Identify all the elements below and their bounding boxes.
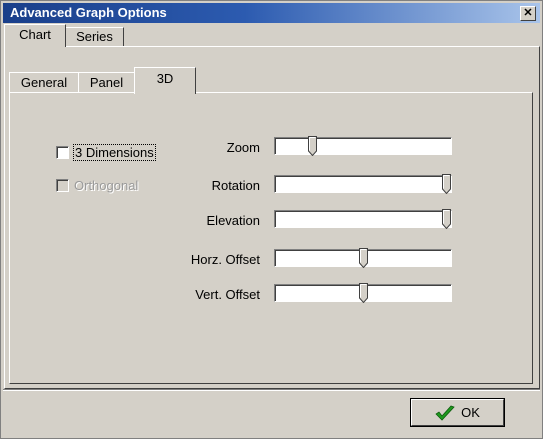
tab-3d-label: 3D <box>156 71 174 86</box>
ok-button[interactable]: OK <box>410 398 505 427</box>
tab-series[interactable]: Series <box>65 27 124 47</box>
window-title: Advanced Graph Options <box>10 5 167 20</box>
rotation-slider[interactable] <box>274 174 452 194</box>
orthogonal-label: Orthogonal <box>74 178 139 193</box>
orthogonal-checkbox[interactable] <box>56 179 69 192</box>
horz-offset-label: Horz. Offset <box>190 252 260 267</box>
orthogonal-checkbox-row[interactable]: Orthogonal <box>56 178 138 193</box>
elevation-slider-thumb[interactable] <box>442 209 451 229</box>
3-dimensions-checkbox-row[interactable]: 3 Dimensions <box>56 144 156 161</box>
tab-chart-label: Chart <box>19 27 51 42</box>
tab-general[interactable]: General <box>9 72 79 93</box>
3-dimensions-checkbox[interactable] <box>56 146 69 159</box>
3-dimensions-label[interactable]: 3 Dimensions <box>73 144 156 161</box>
checkmark-icon <box>435 405 455 421</box>
horz-offset-slider[interactable] <box>274 248 452 268</box>
3d-tab-panel <box>9 92 533 384</box>
horz-offset-slider-thumb[interactable] <box>359 248 368 268</box>
rotation-label: Rotation <box>211 178 260 193</box>
tab-panel-label: Panel <box>89 75 124 90</box>
tab-series-label: Series <box>76 29 113 44</box>
tab-3d[interactable]: 3D <box>134 67 196 94</box>
vert-offset-slider-thumb[interactable] <box>359 283 368 303</box>
elevation-slider[interactable] <box>274 209 452 229</box>
zoom-label: Zoom <box>226 140 260 155</box>
vert-offset-slider[interactable] <box>274 283 452 303</box>
vert-offset-label: Vert. Offset <box>195 287 260 302</box>
tab-panel[interactable]: Panel <box>78 72 135 93</box>
zoom-slider[interactable] <box>274 136 452 156</box>
zoom-slider-thumb[interactable] <box>308 136 317 156</box>
dialog-window: Advanced Graph Options ✕ Chart Series Ge… <box>0 0 543 439</box>
ok-label: OK <box>461 405 480 420</box>
rotation-slider-thumb[interactable] <box>442 174 451 194</box>
tab-chart[interactable]: Chart <box>4 24 66 47</box>
close-icon: ✕ <box>523 7 533 19</box>
close-button[interactable]: ✕ <box>520 6 536 21</box>
tab-general-label: General <box>20 75 68 90</box>
title-bar[interactable]: Advanced Graph Options ✕ <box>3 3 540 23</box>
elevation-label: Elevation <box>206 213 260 228</box>
